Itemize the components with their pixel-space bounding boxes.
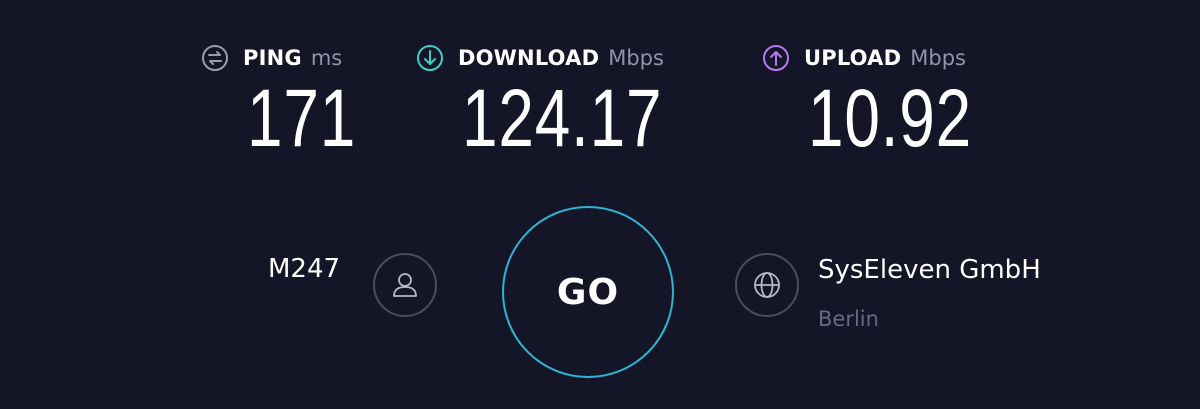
upload-unit: Mbps <box>910 46 966 70</box>
download-header: DOWNLOAD Mbps <box>415 40 664 76</box>
ping-label: PING <box>243 46 302 70</box>
download-value: 124.17 <box>462 73 663 164</box>
ping-value: 171 <box>247 73 357 164</box>
server-name[interactable]: SysEleven GmbH <box>818 255 1041 285</box>
ping-metric: PING ms 171 <box>200 40 355 160</box>
ping-header: PING ms <box>200 40 342 76</box>
user-icon[interactable] <box>373 253 437 317</box>
upload-arrow-icon <box>761 43 791 73</box>
globe-icon[interactable] <box>735 253 799 317</box>
upload-header: UPLOAD Mbps <box>761 40 966 76</box>
ping-unit: ms <box>310 46 343 70</box>
download-metric: DOWNLOAD Mbps 124.17 <box>415 40 664 160</box>
upload-label: UPLOAD <box>804 46 902 70</box>
ping-icon <box>200 43 230 73</box>
upload-metric: UPLOAD Mbps 10.92 <box>761 40 971 160</box>
download-arrow-icon <box>415 43 445 73</box>
provider-name: M247 <box>268 254 341 284</box>
download-label: DOWNLOAD <box>458 46 600 70</box>
server-location: Berlin <box>818 307 879 331</box>
go-button[interactable]: GO <box>502 206 674 378</box>
upload-value: 10.92 <box>808 73 972 164</box>
download-unit: Mbps <box>608 46 664 70</box>
